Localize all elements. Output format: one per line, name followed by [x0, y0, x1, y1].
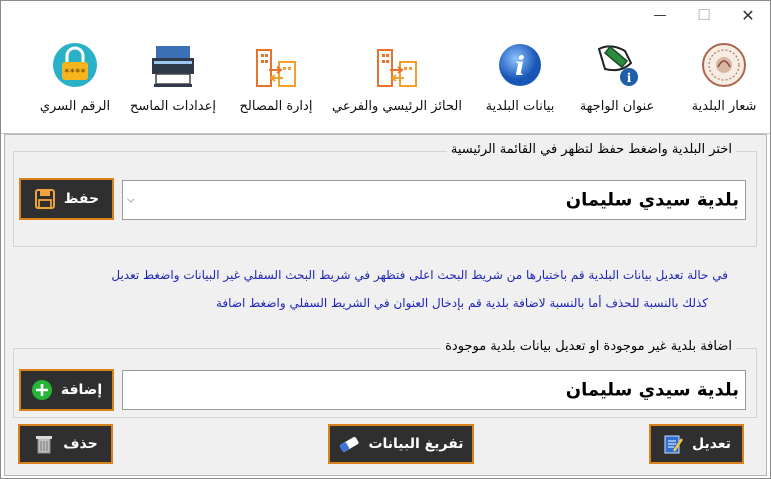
ribbon-label: إدارة المصالح [239, 99, 313, 114]
app-window: — ☐ ✕ شعار البلدية i عنوان الواجهة i بيا… [0, 0, 771, 479]
scanner-icon [145, 37, 201, 93]
plus-circle-icon [31, 379, 53, 401]
clear-label: تفريغ البيانات [368, 436, 464, 452]
select-group: اختر البلدية واضغط حفظ لتظهر في القائمة … [13, 142, 757, 247]
clear-data-button[interactable]: تفريغ البيانات [328, 424, 474, 464]
selected-value: بلدية سيدي سليمان [565, 189, 739, 211]
main-panel: اختر البلدية واضغط حفظ لتظهر في القائمة … [4, 134, 767, 476]
ribbon-item-password[interactable]: **** الرقم السري [33, 37, 117, 131]
edit-document-icon [662, 433, 684, 455]
group-title: اضافة بلدية غير موجودة او تعديل بيانات ب… [441, 339, 736, 354]
minimize-icon: — [653, 7, 667, 23]
close-button[interactable]: ✕ [725, 1, 771, 29]
municipality-select[interactable]: بلدية سيدي سليمان ⌵ [122, 180, 746, 220]
trash-icon [33, 433, 55, 455]
buildings-transfer-icon [369, 37, 425, 93]
svg-text:****: **** [64, 68, 86, 78]
svg-text:i: i [627, 71, 632, 85]
edit-button[interactable]: تعديل [649, 424, 744, 464]
add-label: إضافة [60, 382, 103, 398]
help-text-line-2: كذلك بالنسبة للحذف أما بالنسبة لاضافة بل… [216, 296, 708, 310]
info-icon: i [492, 37, 548, 93]
toolbar-ribbon: شعار البلدية i عنوان الواجهة i بيانات ال… [1, 29, 770, 134]
ribbon-item-services[interactable]: إدارة المصالح [233, 37, 319, 131]
eraser-icon [338, 433, 360, 455]
input-value: بلدية سيدي سليمان [565, 379, 739, 401]
ribbon-item-title[interactable]: i عنوان الواجهة [571, 37, 663, 131]
maximize-button[interactable]: ☐ [681, 1, 727, 29]
help-text-line-1: في حالة تعديل بيانات البلدية قم باختياره… [111, 268, 728, 282]
edit-label: تعديل [692, 436, 731, 452]
save-label: حفظ [63, 191, 100, 207]
ribbon-label: عنوان الواجهة [579, 99, 655, 114]
ribbon-item-data[interactable]: i بيانات البلدية [475, 37, 565, 131]
minimize-button[interactable]: — [637, 1, 683, 29]
buildings-transfer-icon [248, 37, 304, 93]
seal-icon [696, 37, 752, 93]
ribbon-item-logo[interactable]: شعار البلدية [681, 37, 767, 131]
group-title: اختر البلدية واضغط حفظ لتظهر في القائمة … [446, 142, 736, 157]
chevron-down-icon: ⌵ [127, 194, 135, 206]
svg-text:i: i [515, 52, 525, 82]
ribbon-label: إعدادات الماسح [130, 99, 216, 114]
ribbon-label: الرقم السري [39, 99, 111, 114]
delete-button[interactable]: حذف [18, 424, 113, 464]
municipality-name-input[interactable]: بلدية سيدي سليمان [122, 370, 746, 410]
delete-label: حذف [63, 436, 98, 452]
edit-group: اضافة بلدية غير موجودة او تعديل بيانات ب… [13, 339, 757, 418]
save-icon [34, 188, 56, 210]
close-icon: ✕ [741, 5, 755, 25]
ribbon-label: الحائز الرئيسي والفرعي [332, 99, 462, 114]
pen-info-icon: i [589, 37, 645, 93]
lock-password-icon: **** [47, 37, 103, 93]
ribbon-item-scanner[interactable]: إعدادات الماسح [125, 37, 221, 131]
add-button[interactable]: إضافة [19, 369, 114, 411]
save-button[interactable]: حفظ [19, 178, 114, 220]
ribbon-label: بيانات البلدية [485, 99, 555, 114]
ribbon-label: شعار البلدية [691, 99, 757, 114]
title-bar: — ☐ ✕ [1, 1, 770, 29]
maximize-icon: ☐ [697, 6, 711, 24]
ribbon-item-holders[interactable]: الحائز الرئيسي والفرعي [331, 37, 463, 131]
